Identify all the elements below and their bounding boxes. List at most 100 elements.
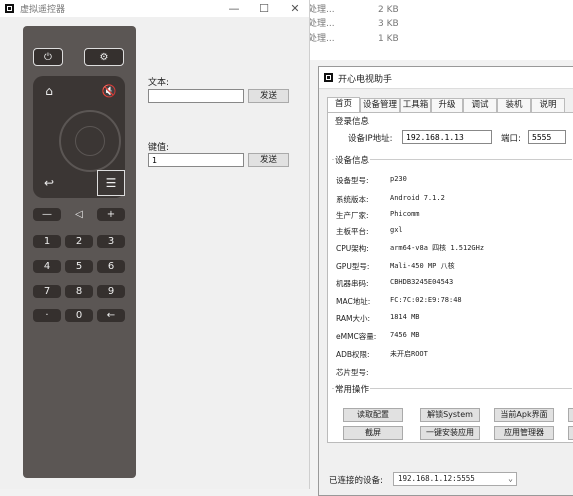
login-group-title: 登录信息 (334, 115, 371, 127)
info-value: p230 (390, 175, 407, 183)
info-key: 芯片型号: (336, 368, 369, 377)
ok-button[interactable] (75, 126, 105, 156)
key-input[interactable] (148, 153, 244, 167)
digit-4-button[interactable]: 4 (33, 260, 61, 273)
tab-device-management[interactable]: 设备管理 (360, 98, 400, 112)
list-item[interactable]: 处理... 3 KB (308, 17, 399, 31)
minimize-button[interactable]: — (223, 0, 245, 17)
install-app-button[interactable]: 一键安装应用 (420, 426, 480, 440)
remote-window: 虚拟遥控器 — ☐ ✕ ⏻ ⚙ ⌂ 🔇 ↩ ☰ — ◁ + 1 2 3 4 5 … (0, 0, 310, 489)
file-size: 3 KB (378, 19, 399, 29)
dot-button[interactable]: · (33, 309, 61, 322)
ops-group-title: 常用操作 (334, 383, 371, 395)
text-input[interactable] (148, 89, 244, 103)
info-value: gxl (390, 226, 403, 234)
background-file-list: 处理... 2 KB 处理... 3 KB 处理... 1 KB (300, 0, 573, 60)
extra-button-partial[interactable] (568, 408, 573, 422)
read-config-button[interactable]: 读取配置 (343, 408, 403, 422)
titlebar: 虚拟遥控器 — ☐ ✕ (0, 0, 309, 17)
info-key: 设备型号: (336, 176, 369, 185)
digit-1-button[interactable]: 1 (33, 235, 61, 248)
back-button[interactable]: ↩ (35, 170, 63, 196)
info-key: GPU型号: (336, 262, 370, 271)
tab-toolbox[interactable]: 工具箱 (400, 98, 431, 112)
key-send-button[interactable]: 发送 (248, 153, 289, 167)
file-size: 1 KB (378, 34, 399, 44)
text-send-button[interactable]: 发送 (248, 89, 289, 103)
list-item[interactable]: 处理... 1 KB (308, 32, 399, 46)
volume-up-button[interactable]: + (97, 208, 125, 221)
connected-device-label: 已连接的设备: (329, 476, 383, 486)
digit-0-button[interactable]: 0 (65, 309, 93, 322)
digit-7-button[interactable]: 7 (33, 285, 61, 298)
text-label: 文本: (148, 78, 170, 88)
info-key: RAM大小: (336, 314, 371, 323)
maximize-button[interactable]: ☐ (253, 0, 275, 17)
info-value: Android 7.1.2 (390, 194, 445, 202)
volume-icon: ◁ (65, 208, 93, 221)
info-key: 生产厂家: (336, 211, 369, 220)
connected-device-select[interactable]: 192.168.1.12:5555 ⌄ (393, 472, 517, 486)
info-value: CBHDB3245E04543 (390, 278, 454, 286)
remote-control: ⏻ ⚙ ⌂ 🔇 ↩ ☰ — ◁ + 1 2 3 4 5 6 7 8 9 · 0 … (23, 26, 136, 478)
device-group-title: 设备信息 (334, 154, 371, 166)
unlock-system-button[interactable]: 解锁System (420, 408, 480, 422)
info-value: Phicomm (390, 210, 420, 218)
info-value: 7456 MB (390, 331, 420, 339)
file-size: 2 KB (378, 5, 399, 15)
settings-button[interactable]: ⚙ (84, 48, 124, 66)
port-label: 端口: (501, 134, 521, 144)
info-key: CPU架构: (336, 244, 369, 253)
info-value: FC:7C:02:E9:78:48 (390, 296, 462, 304)
app-manager-button[interactable]: 应用管理器 (494, 426, 554, 440)
backspace-button[interactable]: ← (97, 309, 125, 322)
tab-upgrade[interactable]: 升级 (431, 98, 463, 112)
info-key: eMMC容量: (336, 332, 377, 341)
menu-button[interactable]: ☰ (97, 170, 125, 196)
digit-3-button[interactable]: 3 (97, 235, 125, 248)
ip-label: 设备IP地址: (348, 134, 393, 144)
mute-button[interactable]: 🔇 (95, 78, 123, 104)
list-item[interactable]: 处理... 2 KB (308, 3, 399, 17)
close-button[interactable]: ✕ (284, 0, 306, 17)
app-icon (324, 73, 333, 82)
info-key: 机器串码: (336, 279, 369, 288)
info-key: 系统版本: (336, 195, 369, 204)
tab-home[interactable]: 首页 (327, 97, 360, 112)
tab-debug[interactable]: 调试 (463, 98, 497, 112)
key-label: 键值: (148, 143, 170, 153)
info-key: 主板平台: (336, 227, 369, 236)
digit-6-button[interactable]: 6 (97, 260, 125, 273)
info-value: Mali-450 MP 八核 (390, 262, 455, 270)
file-name: 处理... (308, 19, 335, 29)
digit-8-button[interactable]: 8 (65, 285, 93, 298)
app-icon (5, 4, 14, 13)
info-value: 1814 MB (390, 313, 420, 321)
home-panel: 登录信息 设备IP地址: 端口: 设备信息 设备型号: p230 系统版本: A… (327, 112, 573, 443)
titlebar: 开心电视助手 (319, 67, 573, 89)
chevron-down-icon: ⌄ (508, 474, 513, 483)
port-input[interactable] (528, 130, 566, 144)
window-title: 开心电视助手 (338, 75, 393, 85)
info-value: 未开启ROOT (390, 350, 428, 358)
digit-5-button[interactable]: 5 (65, 260, 93, 273)
screenshot-button[interactable]: 截屏 (343, 426, 403, 440)
digit-9-button[interactable]: 9 (97, 285, 125, 298)
connected-device-value: 192.168.1.12:5555 (398, 474, 475, 483)
file-name: 处理... (308, 5, 335, 15)
digit-2-button[interactable]: 2 (65, 235, 93, 248)
volume-down-button[interactable]: — (33, 208, 61, 221)
home-button[interactable]: ⌂ (35, 78, 63, 104)
info-key: ADB权限: (336, 350, 370, 359)
current-apk-button[interactable]: 当前Apk界面 (494, 408, 554, 422)
tv-helper-window: 开心电视助手 首页 设备管理 工具箱 升级 调试 装机 说明 登录信息 设备IP… (318, 66, 573, 496)
info-key: MAC地址: (336, 297, 371, 306)
info-value: arm64-v8a 四核 1.512GHz (390, 244, 485, 252)
power-button[interactable]: ⏻ (33, 48, 63, 66)
file-name: 处理... (308, 34, 335, 44)
ip-input[interactable] (402, 130, 492, 144)
tab-help[interactable]: 说明 (531, 98, 565, 112)
extra-button-partial[interactable] (568, 426, 573, 440)
tab-install[interactable]: 装机 (497, 98, 531, 112)
window-title: 虚拟遥控器 (20, 5, 66, 15)
